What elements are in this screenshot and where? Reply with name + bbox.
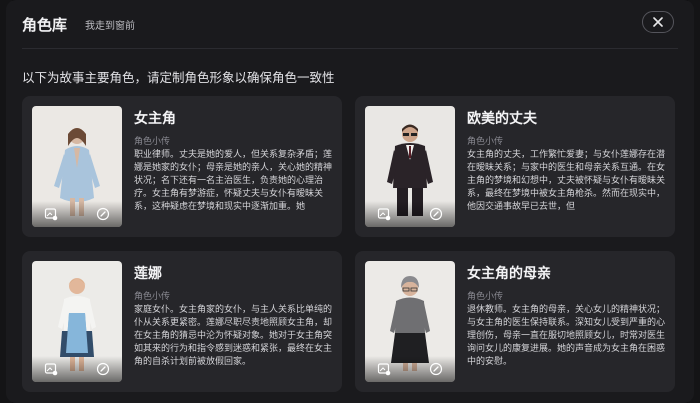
dialog-header: 角色库 我走到窗前 (22, 12, 135, 36)
character-name: 女主角的母亲 (467, 266, 551, 282)
image-settings-icon[interactable] (44, 362, 58, 376)
story-title: 我走到窗前 (85, 20, 136, 32)
character-name: 女主角 (134, 111, 176, 127)
character-portrait[interactable] (365, 261, 455, 382)
character-bio: 女主角的丈夫，工作繁忙爱妻；与女仆莲娜存在潜在暧昧关系；与家中的医生和母亲关系互… (467, 150, 665, 212)
character-bio: 职业律师。丈夫是她的爱人，但关系复杂矛盾；莲娜是她家的女仆；母亲是她的亲人，关心… (134, 150, 332, 212)
edit-icon[interactable] (96, 207, 110, 221)
character-name: 莲娜 (134, 266, 162, 282)
character-bio: 家庭女仆。女主角家的女仆，与主人关系比单纯的仆从关系更紧密。莲娜尽职尽责地照顾女… (134, 305, 332, 367)
character-portrait[interactable] (365, 106, 455, 227)
instruction-text: 以下为故事主要角色，请定制角色形象以确保角色一致性 (22, 70, 335, 85)
character-info: 莲娜 角色小传 家庭女仆。女主角家的女仆，与主人关系比单纯的仆从关系更紧密。莲娜… (134, 263, 332, 382)
character-portrait[interactable] (32, 106, 122, 227)
character-portrait[interactable] (32, 261, 122, 382)
image-settings-icon[interactable] (377, 362, 391, 376)
character-bio: 退休教师。女主角的母亲，关心女儿的精神状况；与女主角的医生保持联系。深知女儿受到… (467, 305, 665, 367)
character-library-dialog: 角色库 我走到窗前 以下为故事主要角色，请定制角色形象以确保角色一致性 女主角 … (6, 0, 694, 403)
close-icon (653, 17, 663, 27)
character-card[interactable]: 女主角 角色小传 职业律师。丈夫是她的爱人，但关系复杂矛盾；莲娜是她家的女仆；母… (22, 96, 342, 237)
bio-label: 角色小传 (467, 292, 504, 302)
image-settings-icon[interactable] (377, 207, 391, 221)
character-card[interactable]: 欧美的丈夫 角色小传 女主角的丈夫，工作繁忙爱妻；与女仆莲娜存在潜在暧昧关系；与… (355, 96, 675, 237)
image-settings-icon[interactable] (44, 207, 58, 221)
dialog-title: 角色库 (22, 15, 68, 34)
edit-icon[interactable] (96, 362, 110, 376)
character-name: 欧美的丈夫 (467, 111, 537, 127)
character-info: 欧美的丈夫 角色小传 女主角的丈夫，工作繁忙爱妻；与女仆莲娜存在潜在暧昧关系；与… (467, 108, 665, 227)
character-card[interactable]: 女主角的母亲 角色小传 退休教师。女主角的母亲，关心女儿的精神状况；与女主角的医… (355, 251, 675, 392)
edit-icon[interactable] (429, 362, 443, 376)
edit-icon[interactable] (429, 207, 443, 221)
close-button[interactable] (642, 11, 674, 33)
character-info: 女主角 角色小传 职业律师。丈夫是她的爱人，但关系复杂矛盾；莲娜是她家的女仆；母… (134, 108, 332, 227)
character-info: 女主角的母亲 角色小传 退休教师。女主角的母亲，关心女儿的精神状况；与女主角的医… (467, 263, 665, 382)
header-divider (22, 48, 678, 49)
character-card[interactable]: 莲娜 角色小传 家庭女仆。女主角家的女仆，与主人关系比单纯的仆从关系更紧密。莲娜… (22, 251, 342, 392)
bio-label: 角色小传 (134, 292, 171, 302)
bio-label: 角色小传 (134, 137, 171, 147)
bio-label: 角色小传 (467, 137, 504, 147)
